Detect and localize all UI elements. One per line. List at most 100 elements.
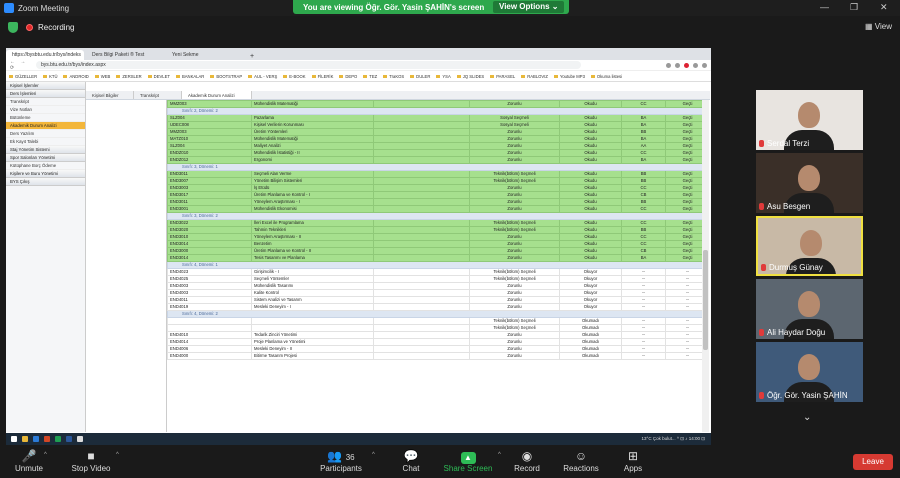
sidebar-item[interactable]: Bütünleme	[6, 114, 85, 122]
grid-cell: Benzetim	[251, 240, 374, 248]
powerpoint-icon[interactable]	[44, 436, 50, 442]
grid-cell: Okudu	[559, 156, 622, 164]
participant-tile[interactable]: Serdal Terzi	[756, 90, 863, 150]
view-options-button[interactable]: View Options ⌄	[493, 1, 565, 13]
grid-cell: Okumadı	[559, 324, 622, 332]
bookmark-item[interactable]: TEZ	[360, 74, 380, 79]
bookmark-item[interactable]: TraKOS	[380, 74, 407, 79]
new-tab-icon[interactable]: +	[246, 53, 258, 60]
content-tab[interactable]: Kişisel Bilgiler	[86, 91, 134, 99]
grid-cell: Okudu	[559, 226, 622, 234]
bookmark-item[interactable]: Youtube MP3	[551, 74, 588, 79]
word-icon[interactable]	[66, 436, 72, 442]
maximize-icon[interactable]: ❐	[850, 2, 858, 13]
sidebar-item[interactable]: Kişisel İşlemler	[6, 82, 85, 90]
grid-cell	[373, 233, 470, 241]
view-button[interactable]: ▦ View	[865, 22, 892, 31]
grid-cell: Zorunlu	[469, 352, 560, 360]
sidebar-item[interactable]: Ders İşlemleri	[6, 90, 85, 98]
sidebar-item[interactable]: Akademik Durum Analizi	[6, 122, 85, 130]
folder-icon[interactable]	[22, 436, 28, 442]
bookmark-item[interactable]: KTÜ	[40, 74, 60, 79]
grid-cell: Seçmeli Yöntemler	[251, 275, 374, 283]
sidebar-item[interactable]: Ek Kayıt Talebi	[6, 138, 85, 146]
bookmark-item[interactable]: ANDROID	[60, 74, 91, 79]
participant-name: Asu Besgen	[759, 202, 810, 211]
bookmark-item[interactable]: DEPO	[336, 74, 360, 79]
grid-cell: Tedarik Zinciri Yönetimi	[251, 331, 374, 339]
participant-tile[interactable]: Asu Besgen	[756, 153, 863, 213]
course-row: END3014 Benzetim Zorunlu Okudu CC Geçti	[167, 240, 708, 248]
reading-list[interactable]: Okuma listesi	[588, 74, 625, 79]
bookmark-item[interactable]: AUL - VERŞ	[245, 74, 280, 79]
bookmark-item[interactable]: PARASEL	[487, 74, 518, 79]
bookmark-item[interactable]: DEVLET	[145, 74, 173, 79]
browser-tab[interactable]: Yeni Sekme	[166, 50, 244, 60]
grid-cell: Zorunlu	[469, 303, 560, 311]
grid-cell: Mühendislik İstatistiği - II	[251, 149, 374, 157]
sidebar-item[interactable]: Spor Salonları Yönetimi	[6, 154, 85, 162]
chat-label: Chat	[402, 464, 420, 473]
grid-cell	[373, 205, 470, 213]
video-options-icon[interactable]: ^	[116, 452, 119, 458]
chrome-icon[interactable]	[77, 436, 83, 442]
apps-button[interactable]: ⊞ Apps	[598, 448, 668, 473]
vertical-scrollbar[interactable]	[702, 100, 709, 432]
grid-cell: --	[621, 268, 666, 276]
bookmark-item[interactable]: BANKALAR	[173, 74, 207, 79]
excel-icon[interactable]	[55, 436, 61, 442]
participant-tile[interactable]: Öğr. Gör. Yasin ŞAHİN	[756, 342, 863, 402]
leave-button[interactable]: Leave	[853, 454, 893, 470]
nav-buttons[interactable]: ← → ⟳	[6, 59, 36, 71]
sidebar-item[interactable]: Kütüphane Borç Ödeme	[6, 162, 85, 170]
sidebar-item[interactable]: Kişilere ve Buru Yönetimi	[6, 170, 85, 178]
participants-button[interactable]: 👥 36 Participants	[306, 448, 376, 473]
content-tab[interactable]: Akademik Durum Analizi	[182, 91, 252, 99]
participants-options-icon[interactable]: ^	[372, 452, 375, 458]
share-screen-label: Share Screen	[443, 464, 493, 473]
grid-cell: Zorunlu	[469, 345, 560, 353]
grid-cell: END3003	[167, 184, 252, 192]
extensions[interactable]	[581, 62, 711, 68]
grid-cell: Okudu	[559, 198, 622, 206]
bookmark-item[interactable]: FİLERİK	[309, 74, 337, 79]
bookmark-item[interactable]: RABLOVIZ	[518, 74, 551, 79]
sidebar-item[interactable]: Ders Yazılım	[6, 130, 85, 138]
unmute-button[interactable]: 🎤 Unmute	[0, 448, 64, 473]
bookmark-item[interactable]: WEB	[92, 74, 114, 79]
mic-muted-icon: 🎤	[21, 449, 37, 463]
browser-tab[interactable]: Ders Bilgi Paketi ® Test	[86, 50, 164, 60]
sidebar-item[interactable]: Transkript	[6, 98, 85, 106]
edge-icon[interactable]	[33, 436, 39, 442]
url-input[interactable]: bys.btu.edu.tr/bys/index.aspx	[36, 61, 581, 69]
bookmark-item[interactable]: JQ SLIDES	[454, 74, 487, 79]
bookmark-item[interactable]: ZERSLER	[113, 74, 144, 79]
grid-cell	[373, 219, 470, 227]
participant-tile[interactable]: Ali Haydar Doğu	[756, 279, 863, 339]
close-icon[interactable]: ✕	[880, 2, 888, 13]
grid-cell: Maliyet Analizi	[251, 142, 374, 150]
sidebar-item[interactable]: Staj Yönetim Sistemi	[6, 146, 85, 154]
bookmark-item[interactable]: GÜZELLER	[6, 74, 40, 79]
stop-video-label: Stop Video	[71, 464, 111, 473]
grid-cell	[373, 198, 470, 206]
bookmark-item[interactable]: YSA	[433, 74, 453, 79]
grid-cell: END4010	[167, 331, 252, 339]
sidebar-item[interactable]: BYS Çıkış	[6, 178, 85, 186]
sidebar-item[interactable]: Vize Notları	[6, 106, 85, 114]
grid-cell: Okudu	[559, 233, 622, 241]
scroll-down-icon[interactable]: ⌄	[803, 412, 811, 423]
participant-name: Durmuş Günay	[761, 263, 823, 272]
grid-cell: Teknik(bölüm) Seçmeli	[469, 324, 560, 332]
audio-options-icon[interactable]: ^	[44, 452, 47, 458]
grid-cell: Okumadı	[559, 352, 622, 360]
grid-cell: Mühendislik Matematiği	[251, 100, 374, 108]
content-tab[interactable]: Transkript	[134, 91, 182, 99]
bookmark-item[interactable]: BOOTSTRAP	[207, 74, 245, 79]
bookmark-item[interactable]: E-BOOK	[280, 74, 308, 79]
bookmark-item[interactable]: DULER	[407, 74, 433, 79]
minimize-icon[interactable]: —	[820, 2, 829, 12]
participant-tile[interactable]: Durmuş Günay	[756, 216, 863, 276]
start-icon[interactable]	[11, 436, 17, 442]
grid-cell: Okumadı	[559, 345, 622, 353]
